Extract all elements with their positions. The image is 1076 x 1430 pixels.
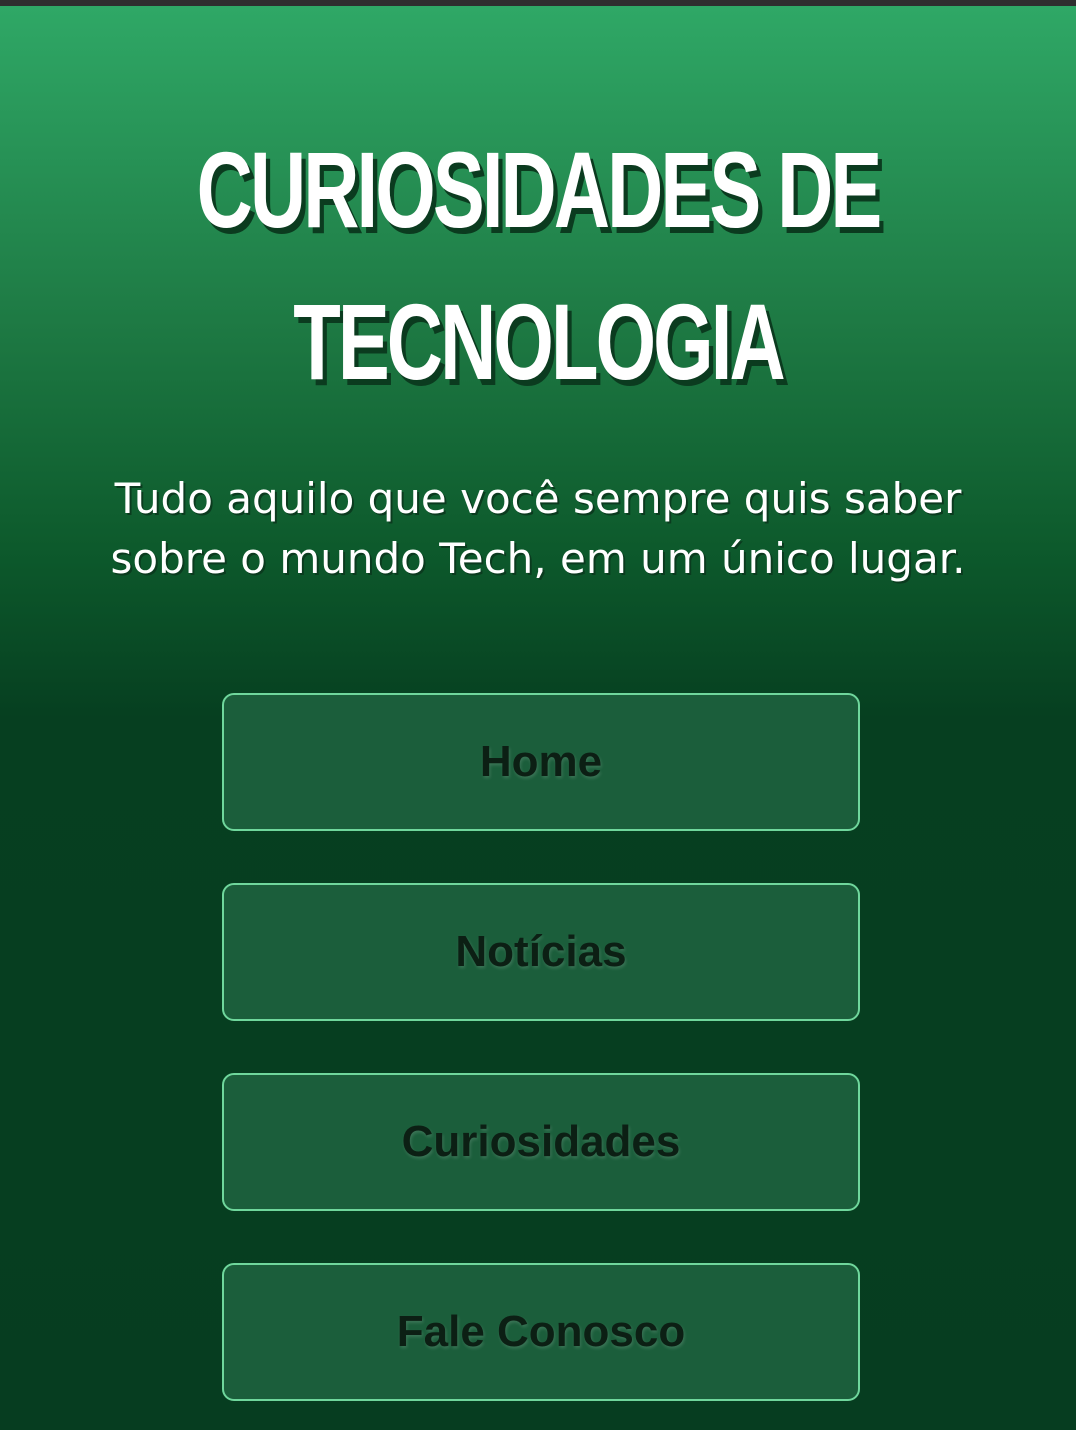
nav-button-home[interactable]: Home (222, 693, 860, 831)
main-nav: Home Notícias Curiosidades Fale Conosco (222, 693, 860, 1401)
page-subtitle-line1: Tudo aquilo que você sempre quis saber (114, 474, 962, 523)
page-background: CURIOSIDADES DE TECNOLOGIA Tudo aquilo q… (0, 6, 1076, 1430)
page-subtitle-line2: sobre o mundo Tech, em um único lugar. (110, 534, 966, 583)
nav-button-fale-conosco[interactable]: Fale Conosco (222, 1263, 860, 1401)
nav-button-curiosidades[interactable]: Curiosidades (222, 1073, 860, 1211)
page-title-line1: CURIOSIDADES DE (196, 129, 883, 250)
page-title-line2: TECNOLOGIA (293, 281, 785, 402)
nav-button-noticias[interactable]: Notícias (222, 883, 860, 1021)
page-subtitle: Tudo aquilo que você sempre quis saber s… (60, 469, 1016, 589)
page-title: CURIOSIDADES DE TECNOLOGIA (151, 114, 926, 418)
